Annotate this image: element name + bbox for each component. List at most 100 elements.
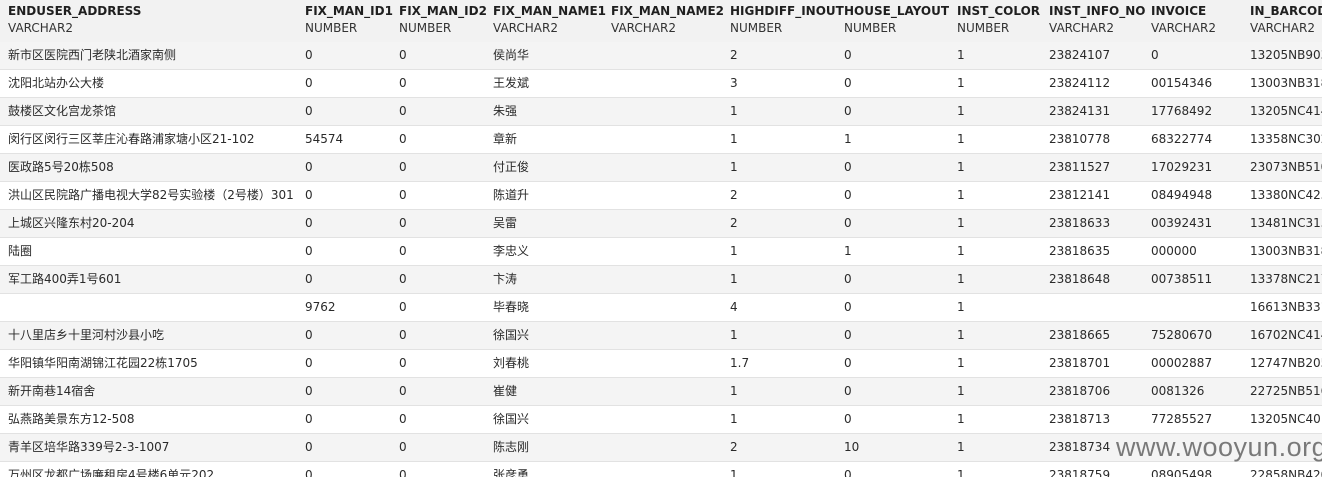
cell-enduser-address[interactable]: 陆圈: [8, 238, 299, 265]
cell-invoice[interactable]: 17029231: [1151, 154, 1244, 181]
cell-fix-man-id1[interactable]: 0: [305, 154, 393, 181]
cell-enduser-address[interactable]: 鼓楼区文化宫龙茶馆: [8, 98, 299, 125]
cell-invoice[interactable]: 00738511: [1151, 266, 1244, 293]
cell-highdiff-inout[interactable]: 3: [730, 70, 838, 97]
cell-inst-color[interactable]: 1: [957, 350, 1043, 377]
cell-house-layout[interactable]: 0: [844, 406, 951, 433]
cell-fix-man-name1[interactable]: 李忠义: [493, 238, 605, 265]
cell-fix-man-id1[interactable]: 0: [305, 266, 393, 293]
cell-highdiff-inout[interactable]: 1: [730, 238, 838, 265]
cell-inst-color[interactable]: 1: [957, 238, 1043, 265]
cell-in-barcode[interactable]: 13003NB318: [1250, 238, 1322, 265]
cell-house-layout[interactable]: 0: [844, 322, 951, 349]
cell-inst-info-no[interactable]: 23818759: [1049, 462, 1145, 477]
cell-invoice[interactable]: 17768492: [1151, 98, 1244, 125]
cell-inst-color[interactable]: 1: [957, 462, 1043, 477]
cell-house-layout[interactable]: 0: [844, 378, 951, 405]
table-row[interactable]: 洪山区民院路广播电视大学82号实验楼（2号楼）301 0 0 陈道升 2 0 1 238121…: [0, 182, 1322, 210]
cell-enduser-address[interactable]: 闵行区闵行三区莘庄沁春路浦家塘小区21-102: [8, 126, 299, 153]
cell-highdiff-inout[interactable]: 2: [730, 434, 838, 461]
table-row[interactable]: 9762 0 毕春晓 4 0 1 16613NB331: [0, 294, 1322, 322]
cell-highdiff-inout[interactable]: 1: [730, 126, 838, 153]
cell-in-barcode[interactable]: 12747NB205: [1250, 350, 1322, 377]
cell-in-barcode[interactable]: 13205NB903: [1250, 42, 1322, 69]
cell-fix-man-name1[interactable]: 徐国兴: [493, 322, 605, 349]
cell-fix-man-name1[interactable]: 毕春晓: [493, 294, 605, 321]
cell-highdiff-inout[interactable]: 1: [730, 406, 838, 433]
cell-fix-man-id2[interactable]: 0: [399, 406, 487, 433]
cell-fix-man-id1[interactable]: 0: [305, 322, 393, 349]
cell-house-layout[interactable]: 0: [844, 182, 951, 209]
cell-house-layout[interactable]: 0: [844, 154, 951, 181]
cell-fix-man-name2[interactable]: [611, 126, 724, 153]
table-row[interactable]: 闵行区闵行三区莘庄沁春路浦家塘小区21-102 54574 0 章新 1 1 1 238107…: [0, 126, 1322, 154]
cell-fix-man-id1[interactable]: 0: [305, 378, 393, 405]
cell-fix-man-id1[interactable]: 9762: [305, 294, 393, 321]
cell-invoice[interactable]: [1151, 294, 1244, 321]
cell-enduser-address[interactable]: 上城区兴隆东村20-204: [8, 210, 299, 237]
cell-highdiff-inout[interactable]: 1: [730, 322, 838, 349]
cell-inst-info-no[interactable]: 23818706: [1049, 378, 1145, 405]
cell-fix-man-id2[interactable]: 0: [399, 378, 487, 405]
cell-highdiff-inout[interactable]: 1: [730, 98, 838, 125]
column-header-inst-info-no[interactable]: INST_INFO_NO VARCHAR2: [1049, 0, 1151, 42]
cell-fix-man-id1[interactable]: 0: [305, 350, 393, 377]
cell-fix-man-id2[interactable]: 0: [399, 210, 487, 237]
cell-fix-man-name1[interactable]: 侯尚华: [493, 42, 605, 69]
table-row[interactable]: 新开南巷14宿舍 0 0 崔健 1 0 1 23818706 0081326 22725NB516: [0, 378, 1322, 406]
cell-highdiff-inout[interactable]: 1: [730, 462, 838, 477]
cell-inst-color[interactable]: 1: [957, 182, 1043, 209]
cell-fix-man-id1[interactable]: 54574: [305, 126, 393, 153]
cell-fix-man-id1[interactable]: 0: [305, 70, 393, 97]
cell-fix-man-name1[interactable]: 徐国兴: [493, 406, 605, 433]
cell-enduser-address[interactable]: 新开南巷14宿舍: [8, 378, 299, 405]
cell-fix-man-name2[interactable]: [611, 294, 724, 321]
cell-fix-man-name1[interactable]: 朱强: [493, 98, 605, 125]
cell-enduser-address[interactable]: 沈阳北站办公大楼: [8, 70, 299, 97]
cell-fix-man-id2[interactable]: 0: [399, 294, 487, 321]
cell-in-barcode[interactable]: 13358NC302: [1250, 126, 1322, 153]
cell-fix-man-id2[interactable]: 0: [399, 182, 487, 209]
cell-fix-man-name2[interactable]: [611, 210, 724, 237]
cell-fix-man-id1[interactable]: 0: [305, 42, 393, 69]
table-row[interactable]: 陆圈 0 0 李忠义 1 1 1 23818635 000000 13003NB318: [0, 238, 1322, 266]
cell-fix-man-id2[interactable]: 0: [399, 154, 487, 181]
table-row[interactable]: 弘燕路美景东方12-508 0 0 徐国兴 1 0 1 23818713 77285527 132…: [0, 406, 1322, 434]
cell-house-layout[interactable]: 1: [844, 126, 951, 153]
cell-fix-man-id1[interactable]: 0: [305, 182, 393, 209]
cell-house-layout[interactable]: 0: [844, 210, 951, 237]
cell-inst-color[interactable]: 1: [957, 126, 1043, 153]
cell-fix-man-id1[interactable]: 0: [305, 210, 393, 237]
cell-fix-man-id2[interactable]: 0: [399, 462, 487, 477]
cell-house-layout[interactable]: 0: [844, 70, 951, 97]
cell-house-layout[interactable]: 1: [844, 238, 951, 265]
cell-house-layout[interactable]: 0: [844, 350, 951, 377]
cell-inst-color[interactable]: 1: [957, 322, 1043, 349]
cell-enduser-address[interactable]: 军工路400弄1号601: [8, 266, 299, 293]
cell-inst-color[interactable]: 1: [957, 154, 1043, 181]
cell-in-barcode[interactable]: 13380NC425: [1250, 182, 1322, 209]
cell-fix-man-id2[interactable]: 0: [399, 266, 487, 293]
cell-inst-color[interactable]: 1: [957, 434, 1043, 461]
cell-fix-man-id2[interactable]: 0: [399, 238, 487, 265]
cell-house-layout[interactable]: 0: [844, 462, 951, 477]
cell-enduser-address[interactable]: 弘燕路美景东方12-508: [8, 406, 299, 433]
cell-fix-man-name1[interactable]: 付正俊: [493, 154, 605, 181]
table-row[interactable]: 医政路5号20栋508 0 0 付正俊 1 0 1 23811527 17029231 23073…: [0, 154, 1322, 182]
cell-enduser-address[interactable]: 十八里店乡十里河村沙县小吃: [8, 322, 299, 349]
cell-fix-man-name2[interactable]: [611, 350, 724, 377]
cell-invoice[interactable]: 00002887: [1151, 350, 1244, 377]
cell-enduser-address[interactable]: 新市区医院西门老陕北酒家南侧: [8, 42, 299, 69]
cell-fix-man-id2[interactable]: 0: [399, 98, 487, 125]
cell-fix-man-id1[interactable]: 0: [305, 98, 393, 125]
cell-highdiff-inout[interactable]: 2: [730, 210, 838, 237]
cell-inst-color[interactable]: 1: [957, 98, 1043, 125]
table-row[interactable]: 华阳镇华阳南湖锦江花园22栋1705 0 0 刘春桃 1.7 0 1 23818701 0000…: [0, 350, 1322, 378]
cell-inst-info-no[interactable]: 23811527: [1049, 154, 1145, 181]
cell-in-barcode[interactable]: 16702NC414: [1250, 322, 1322, 349]
table-row[interactable]: 十八里店乡十里河村沙县小吃 0 0 徐国兴 1 0 1 23818665 75280670 167…: [0, 322, 1322, 350]
table-row[interactable]: 新市区医院西门老陕北酒家南侧 0 0 侯尚华 2 0 1 23824107 0 13205NB90…: [0, 42, 1322, 70]
cell-fix-man-id1[interactable]: 0: [305, 406, 393, 433]
cell-in-barcode[interactable]: 13205NC401: [1250, 406, 1322, 433]
cell-inst-info-no[interactable]: 23818701: [1049, 350, 1145, 377]
